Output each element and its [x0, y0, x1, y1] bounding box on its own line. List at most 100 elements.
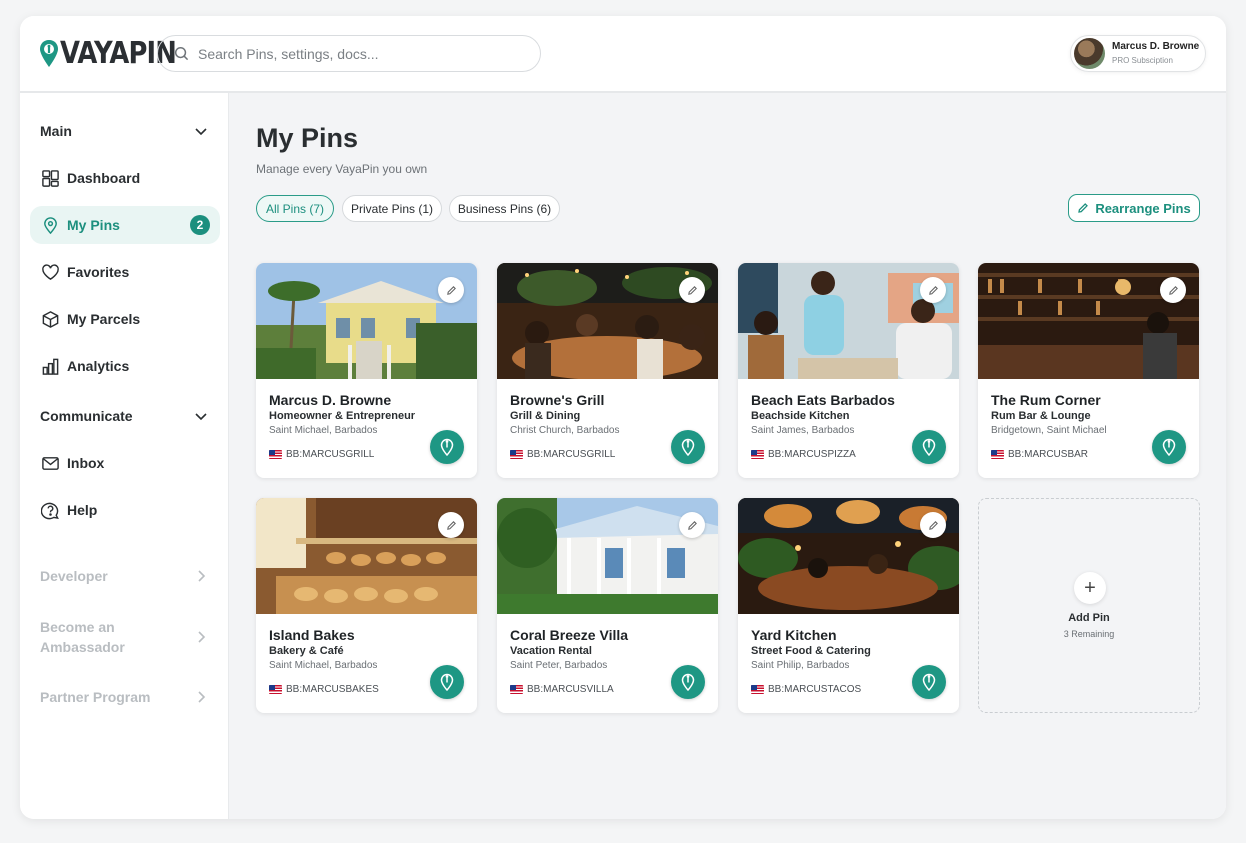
- sidebar-item-label: Analytics: [67, 358, 130, 374]
- section-ambassador[interactable]: Become an Ambassador: [40, 617, 208, 657]
- view-pin-button[interactable]: [671, 430, 705, 464]
- view-pin-button[interactable]: [912, 430, 946, 464]
- pencil-icon: [687, 285, 697, 295]
- section-communicate-label: Communicate: [40, 408, 133, 424]
- pencil-icon: [1168, 285, 1178, 295]
- pencil-icon: [928, 285, 938, 295]
- filter-all-pins[interactable]: All Pins (7): [256, 195, 334, 222]
- pin-icon: [43, 216, 57, 234]
- pin-code-text: BB:MARCUSBAR: [1008, 449, 1089, 460]
- location-pin-icon: [922, 673, 936, 691]
- avatar: [1074, 38, 1105, 69]
- pin-card[interactable]: Yard Kitchen Street Food & Catering Sain…: [738, 498, 959, 713]
- section-partner-label: Partner Program: [40, 689, 151, 705]
- sidebar-item-label: Favorites: [67, 264, 130, 280]
- pin-category: Homeowner & Entrepreneur: [269, 410, 416, 422]
- pencil-icon: [687, 520, 697, 530]
- edit-pin-button[interactable]: [1160, 277, 1186, 303]
- bar-chart-icon: [42, 358, 58, 375]
- view-pin-button[interactable]: [430, 430, 464, 464]
- sidebar: Main Dashboard My Pins 2 Favorites My Pa…: [20, 93, 229, 819]
- edit-pin-button[interactable]: [438, 512, 464, 538]
- edit-pin-button[interactable]: [920, 277, 946, 303]
- pin-category: Vacation Rental: [510, 645, 592, 657]
- pencil-icon: [1078, 203, 1089, 213]
- pin-card[interactable]: Beach Eats Barbados Beachside Kitchen Sa…: [738, 263, 959, 478]
- mail-icon: [41, 456, 59, 470]
- pin-code-text: BB:MARCUSTACOS: [768, 684, 862, 695]
- pin-card[interactable]: Coral Breeze Villa Vacation Rental Saint…: [497, 498, 718, 713]
- pencil-icon: [446, 285, 456, 295]
- section-developer-label: Developer: [40, 568, 108, 584]
- plus-icon[interactable]: +: [1074, 572, 1106, 604]
- pin-card[interactable]: Marcus D. Browne Homeowner & Entrepreneu…: [256, 263, 477, 478]
- add-pin-card[interactable]: + Add Pin 3 Remaining: [978, 498, 1200, 713]
- pin-location: Saint Michael, Barbados: [269, 425, 378, 436]
- pin-name: Browne's Grill: [510, 392, 605, 408]
- sidebar-item-analytics[interactable]: Analytics: [30, 347, 220, 385]
- page-subtitle: Manage every VayaPin you own: [256, 162, 428, 176]
- view-pin-button[interactable]: [1152, 430, 1186, 464]
- flag-icon: [510, 450, 523, 459]
- pin-category: Street Food & Catering: [751, 645, 871, 657]
- sidebar-item-my-pins[interactable]: My Pins 2: [30, 206, 220, 244]
- flag-icon: [269, 450, 282, 459]
- section-developer[interactable]: Developer: [40, 568, 208, 584]
- help-icon: [40, 502, 59, 519]
- edit-pin-button[interactable]: [438, 277, 464, 303]
- chevron-right-icon: [198, 691, 206, 703]
- count-badge: 2: [190, 215, 210, 235]
- filter-private-pins[interactable]: Private Pins (1): [342, 195, 442, 222]
- dashboard-icon: [41, 169, 59, 187]
- logo-pin-icon: [40, 39, 58, 67]
- section-partner-program[interactable]: Partner Program: [40, 689, 208, 705]
- pin-location: Saint Michael, Barbados: [269, 660, 378, 671]
- edit-pin-button[interactable]: [920, 512, 946, 538]
- rearrange-pins-button[interactable]: Rearrange Pins: [1068, 194, 1200, 222]
- pin-card[interactable]: Island Bakes Bakery & Café Saint Michael…: [256, 498, 477, 713]
- profile-menu[interactable]: Marcus D. Browne PRO Subsciption: [1070, 35, 1206, 72]
- section-communicate[interactable]: Communicate: [40, 408, 208, 424]
- pin-name: Island Bakes: [269, 627, 355, 643]
- pin-code: BB:MARCUSGRILL: [510, 449, 615, 460]
- flag-icon: [751, 450, 764, 459]
- sidebar-item-dashboard[interactable]: Dashboard: [30, 159, 220, 197]
- chevron-down-icon: [195, 128, 207, 136]
- sidebar-item-inbox[interactable]: Inbox: [30, 444, 220, 482]
- edit-pin-button[interactable]: [679, 277, 705, 303]
- pin-location: Saint Philip, Barbados: [751, 660, 850, 671]
- view-pin-button[interactable]: [671, 665, 705, 699]
- view-pin-button[interactable]: [912, 665, 946, 699]
- sidebar-item-my-parcels[interactable]: My Parcels: [30, 300, 220, 338]
- heart-icon: [41, 263, 59, 280]
- pin-category: Grill & Dining: [510, 410, 581, 422]
- search-bar[interactable]: [157, 35, 541, 72]
- filter-business-pins[interactable]: Business Pins (6): [449, 195, 560, 222]
- pin-code: BB:MARCUSBAKES: [269, 684, 379, 695]
- pin-location: Bridgetown, Saint Michael: [991, 425, 1107, 436]
- pencil-icon: [446, 520, 456, 530]
- sidebar-item-label: My Parcels: [67, 311, 141, 327]
- section-ambassador-label: Become an Ambassador: [40, 619, 125, 655]
- pin-name: Marcus D. Browne: [269, 392, 392, 408]
- sidebar-item-help[interactable]: Help: [30, 491, 220, 529]
- sidebar-item-label: Help: [67, 502, 98, 518]
- pin-category: Bakery & Café: [269, 645, 344, 657]
- pin-card[interactable]: Browne's Grill Grill & Dining Christ Chu…: [497, 263, 718, 478]
- sidebar-item-favorites[interactable]: Favorites: [30, 253, 220, 291]
- add-pin-label: Add Pin: [1068, 612, 1110, 624]
- sidebar-item-label: Dashboard: [67, 170, 141, 186]
- section-main[interactable]: Main: [40, 123, 208, 139]
- location-pin-icon: [681, 673, 695, 691]
- view-pin-button[interactable]: [430, 665, 464, 699]
- pin-code: BB:MARCUSBAR: [991, 449, 1088, 460]
- pin-card[interactable]: The Rum Corner Rum Bar & Lounge Bridgeto…: [978, 263, 1199, 478]
- page-title: My Pins: [256, 123, 359, 153]
- app-window: VAYAPIN Marcus D. Browne PRO Subsciption…: [20, 16, 1226, 819]
- location-pin-icon: [440, 438, 454, 456]
- pin-category: Rum Bar & Lounge: [991, 410, 1091, 422]
- search-input[interactable]: [198, 45, 518, 62]
- edit-pin-button[interactable]: [679, 512, 705, 538]
- chevron-down-icon: [195, 413, 207, 421]
- pin-code-text: BB:MARCUSGRILL: [286, 449, 375, 460]
